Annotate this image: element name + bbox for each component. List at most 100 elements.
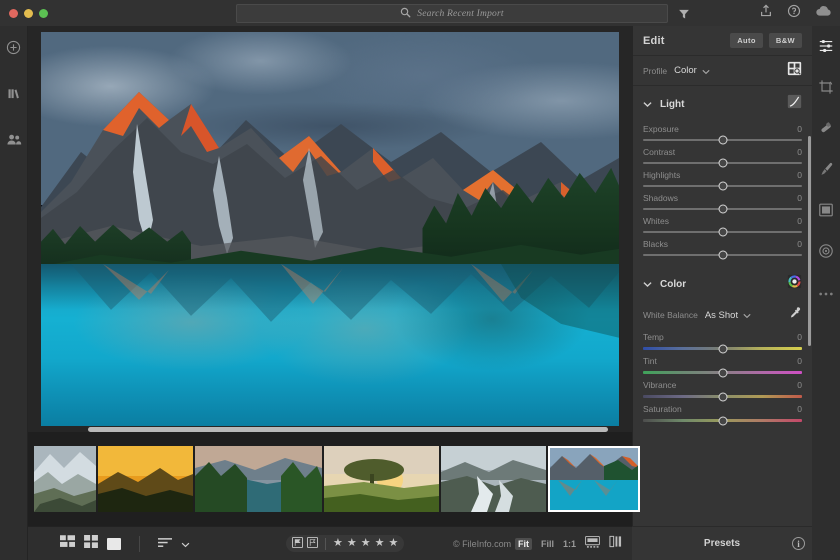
zoom-button[interactable] [39,9,48,18]
slider-tint[interactable]: Tint0 [633,354,812,374]
right-toolbar [812,26,840,560]
thumbnail-moraine-lake[interactable] [548,446,640,512]
thumbnail-river-valley-clouds[interactable] [195,446,322,512]
tone-curve-icon[interactable] [787,94,802,114]
panel-scrollbar[interactable] [808,136,811,346]
window-controls[interactable] [9,9,48,18]
slider-label: Whites [643,216,669,226]
masking-icon[interactable] [818,202,834,223]
slider-exposure[interactable]: Exposure0 [633,122,812,141]
slider-knob[interactable] [718,416,727,425]
single-photo-icon[interactable] [107,538,121,550]
profile-browser-icon[interactable] [787,61,802,81]
slider-saturation[interactable]: Saturation0 [633,402,812,422]
profile-value[interactable]: Color [674,65,697,76]
chevron-down-icon[interactable] [702,62,710,80]
zoom-fit[interactable]: Fit [515,538,532,550]
slider-track[interactable] [643,208,802,210]
color-section-header[interactable]: Color [633,270,812,298]
eyedropper-icon[interactable] [788,306,802,325]
presets-label[interactable]: Presets [704,538,740,549]
thumbnail-sunrise-through-tree[interactable] [324,446,439,512]
white-balance-value[interactable]: As Shot [705,310,738,321]
share-export-icon[interactable] [759,4,773,23]
info-icon[interactable]: i [792,537,805,550]
help-icon[interactable] [787,4,801,23]
people-icon[interactable] [6,132,22,152]
color-wheel-icon[interactable] [787,274,802,294]
slider-knob[interactable] [718,182,727,191]
slider-value: 0 [797,216,802,226]
slider-track[interactable] [643,231,802,233]
cloud-sync-icon[interactable] [815,4,832,23]
zoom-fill[interactable]: Fill [541,539,554,549]
brush-icon[interactable] [818,161,834,182]
square-grid-icon[interactable] [84,535,98,553]
photo-stage[interactable] [28,26,632,432]
star-5[interactable]: ★ [389,538,399,549]
flag-pick-icon[interactable] [292,535,303,553]
slider-shadows[interactable]: Shadows0 [633,191,812,210]
search-icon [400,5,411,23]
slider-knob[interactable] [718,344,727,353]
sort-icon[interactable] [158,535,172,553]
plus-circle-icon[interactable] [6,40,21,60]
main-photo[interactable] [41,32,619,426]
star-1[interactable]: ★ [333,538,343,549]
slider-knob[interactable] [718,136,727,145]
presets-bar[interactable]: Presets i [632,526,812,560]
slider-vibrance[interactable]: Vibrance0 [633,378,812,398]
bw-button[interactable]: B&W [769,33,802,48]
sliders-icon[interactable] [818,38,834,59]
radial-gradient-icon[interactable] [818,243,834,264]
flag-reject-icon[interactable] [307,535,318,553]
slider-track[interactable] [643,139,802,141]
slider-track[interactable] [643,395,802,398]
before-after-icon[interactable] [585,535,600,553]
slider-whites[interactable]: Whites 0 [633,214,812,233]
view-mode-group [60,535,190,553]
chevron-down-icon[interactable] [743,306,751,324]
slider-knob[interactable] [718,392,727,401]
chevron-down-icon[interactable] [181,535,190,553]
slider-track[interactable] [643,347,802,350]
thumbnail-golden-sunset-hills[interactable] [98,446,193,512]
slider-contrast[interactable]: Contrast0 [633,145,812,164]
search-input[interactable]: Search Recent Import [417,9,503,19]
slider-knob[interactable] [718,228,727,237]
slider-highlights[interactable]: Highlights0 [633,168,812,187]
auto-button[interactable]: Auto [730,33,763,48]
zoom-1to1[interactable]: 1:1 [563,539,576,549]
thumbnail-iceland-waterfall[interactable] [441,446,546,512]
crop-rotate-icon[interactable] [818,79,834,100]
slider-knob[interactable] [718,251,727,260]
star-rating[interactable]: ★ ★ ★ ★ ★ [333,538,398,549]
thumbnail-snowy-mountain-stream[interactable] [34,446,96,512]
chevron-down-icon[interactable] [643,95,652,113]
slider-knob[interactable] [718,159,727,168]
compare-split-icon[interactable] [609,535,622,553]
slider-knob[interactable] [718,205,727,214]
zoom-controls: Fit Fill 1:1 [515,535,622,553]
minimize-button[interactable] [24,9,33,18]
light-section-header[interactable]: Light [633,90,812,118]
slider-track[interactable] [643,162,802,164]
more-dots-icon[interactable] [818,284,834,302]
filter-icon[interactable] [678,7,690,25]
search-bar[interactable]: Search Recent Import [236,4,668,23]
star-2[interactable]: ★ [347,538,357,549]
healing-brush-icon[interactable] [818,120,834,141]
slider-knob[interactable] [718,368,727,377]
slider-track[interactable] [643,185,802,187]
slider-temp[interactable]: Temp0 [633,330,812,350]
slider-track[interactable] [643,419,802,422]
star-3[interactable]: ★ [361,538,371,549]
slider-track[interactable] [643,254,802,256]
grid-view-icon[interactable] [60,535,75,553]
slider-blacks[interactable]: Blacks0 [633,237,812,256]
slider-track[interactable] [643,371,802,374]
chevron-down-icon[interactable] [643,275,652,293]
library-icon[interactable] [6,86,21,106]
close-button[interactable] [9,9,18,18]
star-4[interactable]: ★ [375,538,385,549]
